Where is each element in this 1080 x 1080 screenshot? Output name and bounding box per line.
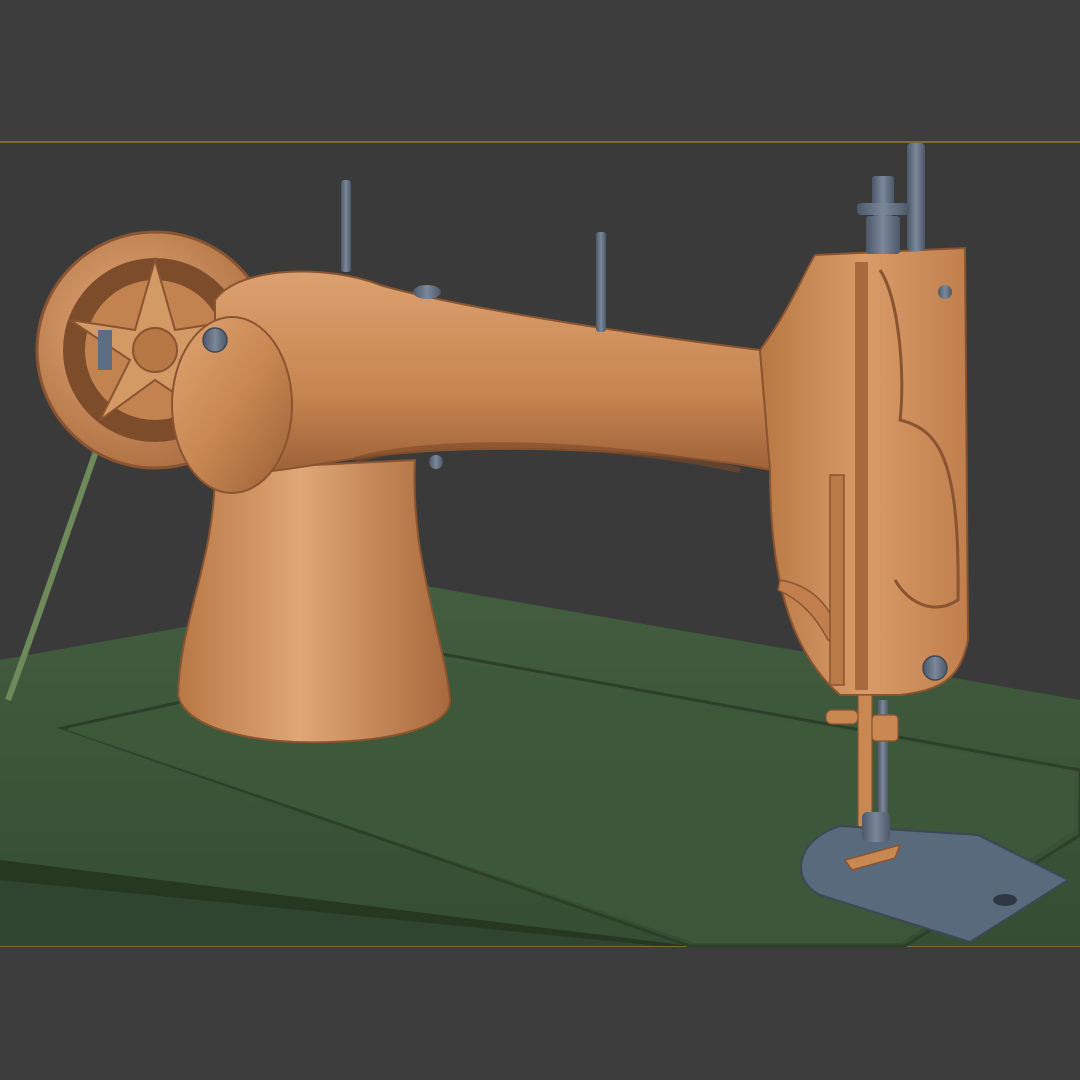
head-top-screw	[938, 285, 952, 299]
machine-pillar	[176, 458, 452, 744]
side-cover-disc	[171, 316, 293, 494]
needle-bar-slot	[829, 474, 845, 686]
face-plate-seam	[855, 262, 868, 690]
render-viewport	[0, 0, 1080, 1080]
cover-screw	[202, 327, 228, 353]
wheel-clutch	[98, 330, 112, 370]
oil-cap	[413, 285, 441, 299]
head-bottom-screw	[922, 655, 948, 681]
sewing-machine-render	[0, 0, 1080, 1080]
bobbin-winder-screw	[429, 455, 443, 469]
needle-plate-hole	[993, 894, 1017, 906]
